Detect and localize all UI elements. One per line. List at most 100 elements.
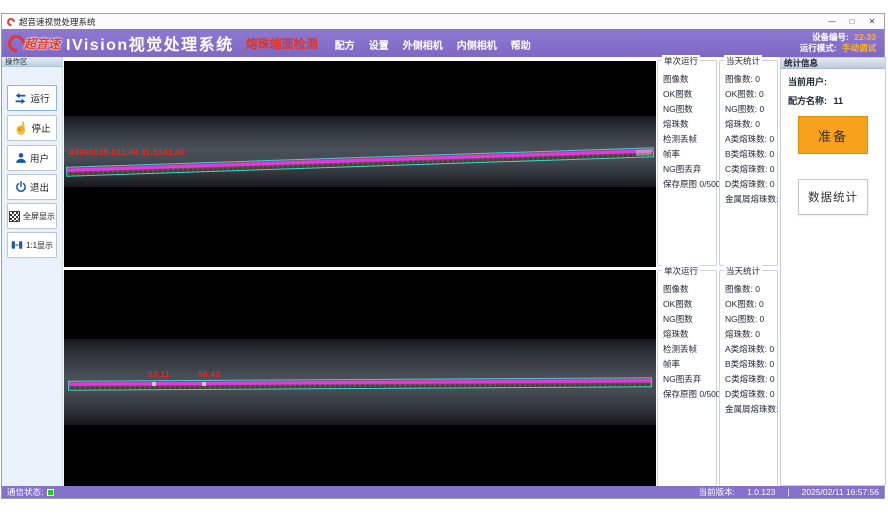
comm-status-label: 通信状态:	[7, 486, 43, 498]
fullscreen-button[interactable]: 全屏显示	[7, 203, 57, 229]
stat-row: 保存原图 0/500	[663, 387, 716, 402]
main-window: 超音速视觉处理系统 — □ ✕ 超音速 IVision视觉处理系统 熔珠端面检测…	[1, 13, 885, 499]
day-stats-groupbox-top: 当天统计 图像数: 0 OK图数: 0 NG图数: 0 熔珠数: 0 A类熔珠数…	[719, 60, 778, 266]
stat-row: 金属屑熔珠数: 0	[725, 192, 777, 207]
run-stats-groupbox-bottom: 单次运行 图像数 OK图数 NG图数 熔珠数 检测丢帧 帧率 NG图丢弃 保存原…	[657, 270, 717, 487]
exit-button-label: 退出	[30, 180, 49, 194]
one-to-one-button-label: 1:1显示	[26, 240, 53, 251]
exit-button[interactable]: 退出	[7, 174, 57, 200]
device-info: 设备编号: 22-33 运行模式: 手动调试	[800, 32, 876, 54]
statusbar-separator: |	[787, 487, 789, 497]
measurement-annotation: 44988539.831.49 31.5341.49	[69, 147, 185, 157]
menu-item-inner-camera[interactable]: 内侧相机	[457, 37, 497, 52]
menu-item-help[interactable]: 帮助	[511, 37, 531, 52]
stat-row: 图像数	[663, 282, 716, 297]
fullscreen-button-label: 全屏显示	[23, 211, 55, 222]
close-button[interactable]: ✕	[862, 15, 882, 29]
outer-camera-viewport: 44988539.831.49 31.5341.49	[64, 61, 656, 267]
user-button[interactable]: 用户	[7, 145, 57, 171]
inspection-subtitle: 熔珠端面检测	[246, 35, 318, 52]
stat-row: A类熔珠数: 0	[725, 132, 777, 147]
stat-row: D类熔珠数: 0	[725, 177, 777, 192]
run-button-label: 运行	[30, 91, 49, 105]
stop-hand-icon: ☝	[14, 122, 29, 134]
defect-label: 53.11	[148, 369, 170, 379]
stat-row: 检测丢帧	[663, 342, 716, 357]
power-icon	[15, 181, 27, 193]
stat-row: 熔珠数: 0	[725, 327, 777, 342]
groupbox-title: 单次运行	[662, 55, 700, 67]
stat-row: 图像数: 0	[725, 282, 777, 297]
one-to-one-button[interactable]: 1:1显示	[7, 232, 57, 258]
stat-row: A类熔珠数: 0	[725, 342, 777, 357]
stat-row: 保存原图 0/500	[663, 177, 716, 192]
recipe-name-label: 配方名称:	[788, 96, 827, 106]
stat-row: C类熔珠数: 0	[725, 162, 777, 177]
run-mode-value: 手动调试	[842, 43, 876, 53]
stat-row: B类熔珠数: 0	[725, 147, 777, 162]
stat-row: 图像数: 0	[725, 72, 777, 87]
titlebar: 超音速视觉处理系统 — □ ✕	[2, 14, 884, 29]
stat-row: 熔珠数: 0	[725, 117, 777, 132]
stat-row: 熔珠数	[663, 117, 716, 132]
ready-button[interactable]: 准备	[798, 116, 868, 154]
camera-view-area: 44988539.831.49 31.5341.49 53.11 56.43	[64, 57, 656, 486]
stop-button[interactable]: ☝ 停止	[7, 115, 57, 141]
stat-row: 图像数	[663, 72, 716, 87]
stat-row: 熔珠数	[663, 327, 716, 342]
run-stats-groupbox-top: 单次运行 图像数 OK图数 NG图数 熔珠数 检测丢帧 帧率 NG图丢弃 保存原…	[657, 60, 717, 266]
datetime-text: 2025/02/11 16:57:56	[802, 487, 879, 497]
statusbar-right: 当前版本: 1.0.123 | 2025/02/11 16:57:56	[699, 486, 879, 498]
defect-label: 56.43	[198, 369, 220, 379]
operation-sidebar: 操作区 运行 ☝ 停止	[2, 57, 63, 486]
recipe-name-value: 11	[834, 96, 844, 106]
data-statistics-button[interactable]: 数据统计	[798, 179, 868, 215]
maximize-button[interactable]: □	[842, 15, 862, 29]
fullscreen-grid-icon	[9, 211, 20, 222]
window-title: 超音速视觉处理系统	[19, 16, 96, 28]
device-id-label: 设备编号:	[812, 32, 849, 42]
menubar: 配方 设置 外侧相机 内侧相机 帮助	[335, 37, 531, 57]
brand-text: 超音速	[24, 35, 60, 52]
defect-marker	[152, 382, 156, 386]
brand-logo: 超音速	[8, 35, 60, 52]
stat-row: B类熔珠数: 0	[725, 357, 777, 372]
stat-row: 检测丢帧	[663, 132, 716, 147]
minimize-button[interactable]: —	[822, 15, 842, 29]
sidebar-title: 操作区	[2, 57, 62, 67]
app-logo-icon	[5, 16, 16, 27]
groupbox-title: 当天统计	[724, 55, 762, 67]
day-stats-groupbox-bottom: 当天统计 图像数: 0 OK图数: 0 NG图数: 0 熔珠数: 0 A类熔珠数…	[719, 270, 778, 487]
menu-item-settings[interactable]: 设置	[369, 37, 389, 52]
stat-row: C类熔珠数: 0	[725, 372, 777, 387]
one-to-one-icon	[11, 239, 23, 251]
menu-item-recipe[interactable]: 配方	[335, 37, 355, 52]
menu-item-outer-camera[interactable]: 外侧相机	[403, 37, 443, 52]
stat-row: D类熔珠数: 0	[725, 387, 777, 402]
stat-row: 帧率	[663, 357, 716, 372]
laser-line	[69, 379, 651, 385]
info-panel-title: 统计信息	[781, 58, 885, 69]
stat-row: OK图数: 0	[725, 297, 777, 312]
device-id-value: 22-33	[854, 32, 876, 42]
stat-row: 金属屑熔珠数: 0	[725, 402, 777, 417]
stat-row: NG图数	[663, 312, 716, 327]
header-bar: 超音速 IVision视觉处理系统 熔珠端面检测 配方 设置 外侧相机 内侧相机…	[2, 29, 884, 57]
content-area: 操作区 运行 ☝ 停止	[2, 57, 884, 486]
stat-row: OK图数	[663, 297, 716, 312]
stat-row: NG图数	[663, 102, 716, 117]
product-title: IVision视觉处理系统	[66, 31, 234, 55]
daily-stats-column: 当天统计 图像数: 0 OK图数: 0 NG图数: 0 熔珠数: 0 A类熔珠数…	[719, 57, 778, 486]
defect-marker	[202, 382, 206, 386]
stat-row: NG图数: 0	[725, 312, 777, 327]
run-mode-label: 运行模式:	[800, 43, 837, 53]
user-button-label: 用户	[30, 151, 49, 165]
user-icon	[15, 152, 27, 164]
window-controls: — □ ✕	[822, 15, 882, 29]
run-button[interactable]: 运行	[7, 85, 57, 111]
version-label: 当前版本:	[699, 486, 735, 498]
groupbox-title: 当天统计	[724, 265, 762, 277]
stat-row: 帧率	[663, 147, 716, 162]
inner-camera-viewport: 53.11 56.43	[64, 270, 656, 487]
stat-row: NG图数: 0	[725, 102, 777, 117]
